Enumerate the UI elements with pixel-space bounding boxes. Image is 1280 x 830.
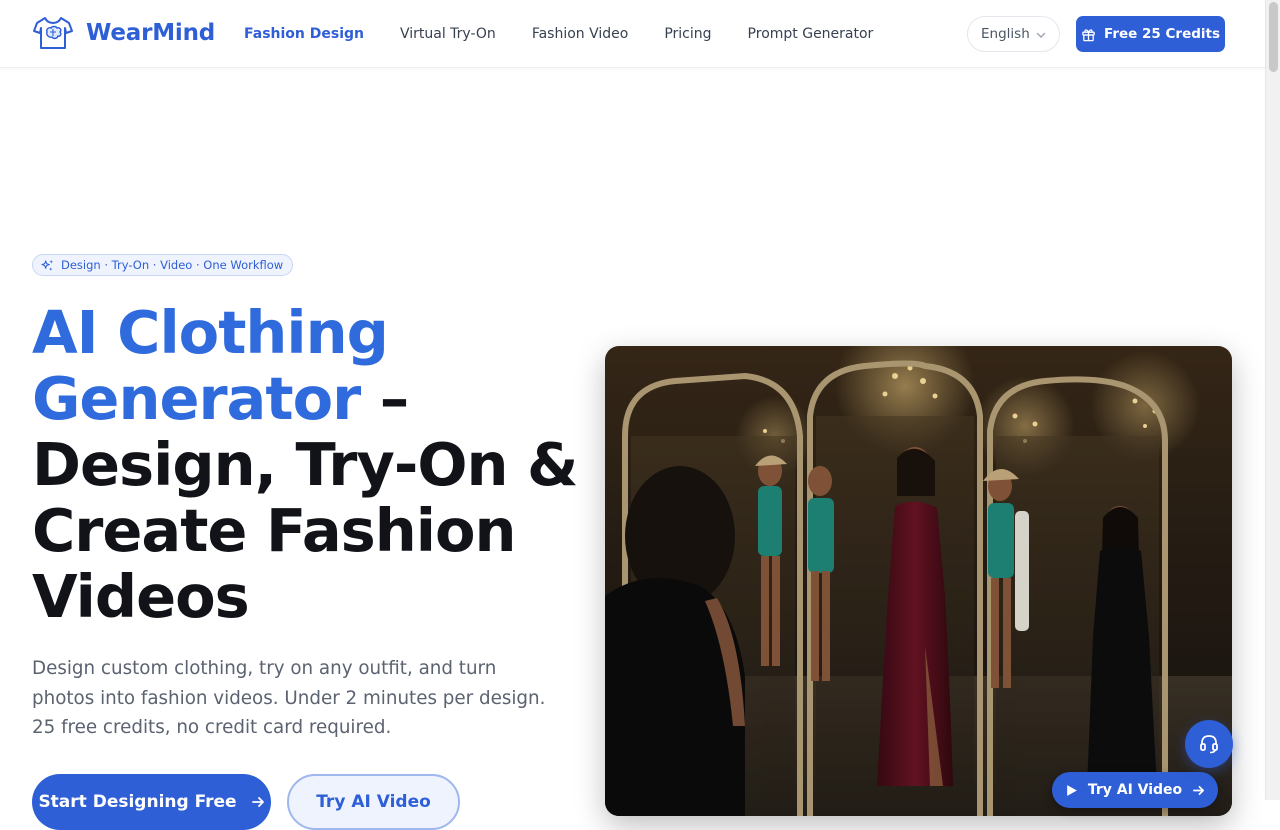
free-credits-button[interactable]: Free 25 Credits: [1076, 16, 1225, 52]
main-nav: Fashion Design Virtual Try-On Fashion Vi…: [244, 0, 909, 68]
workflow-badge-text: Design · Try-On · Video · One Workflow: [61, 258, 284, 272]
nav-pricing[interactable]: Pricing: [664, 26, 711, 42]
hero-description: Design custom clothing, try on any outfi…: [32, 658, 546, 738]
try-ai-video-overlay-label: Try AI Video: [1087, 782, 1183, 798]
chevron-down-icon: [1036, 32, 1046, 38]
hero-fashion-image: [605, 346, 1232, 816]
arrow-right-icon: [251, 797, 264, 807]
nav-prompt-generator[interactable]: Prompt Generator: [748, 26, 874, 42]
scrollbar-thumb[interactable]: [1269, 2, 1278, 72]
try-ai-video-secondary-label: Try AI Video: [316, 792, 431, 812]
start-designing-label: Start Designing Free: [38, 792, 237, 812]
brand-name: WearMind: [86, 20, 216, 46]
workflow-badge: Design · Try-On · Video · One Workflow: [32, 254, 294, 276]
support-chat-button[interactable]: [1185, 720, 1233, 768]
arrow-right-icon: [1193, 785, 1205, 795]
start-designing-button[interactable]: Start Designing Free: [32, 774, 271, 830]
gift-icon: [1082, 28, 1095, 41]
nav-virtual-try-on[interactable]: Virtual Try-On: [400, 26, 496, 42]
nav-fashion-video[interactable]: Fashion Video: [532, 26, 629, 42]
headset-icon: [1200, 735, 1218, 754]
try-ai-video-secondary-button[interactable]: Try AI Video: [287, 774, 460, 830]
sparkle-icon: [41, 259, 54, 271]
top-navbar: WearMind Fashion Design Virtual Try-On F…: [0, 0, 1265, 68]
hero-title: AI Clothing Generator – Design, Try-On &…: [32, 300, 592, 630]
tshirt-brain-icon: [33, 17, 73, 49]
language-selected-label: English: [981, 26, 1030, 42]
language-select[interactable]: English: [967, 16, 1060, 52]
play-icon: [1066, 784, 1077, 796]
hero-title-accent: AI Clothing Generator: [32, 298, 389, 433]
try-ai-video-overlay-button[interactable]: Try AI Video: [1052, 772, 1218, 808]
mirror-hall-illustration: [605, 346, 1232, 816]
free-credits-label: Free 25 Credits: [1103, 26, 1220, 42]
nav-fashion-design[interactable]: Fashion Design: [244, 26, 364, 42]
brand-logo[interactable]: WearMind: [32, 14, 215, 52]
page-scrollbar[interactable]: [1265, 0, 1280, 800]
